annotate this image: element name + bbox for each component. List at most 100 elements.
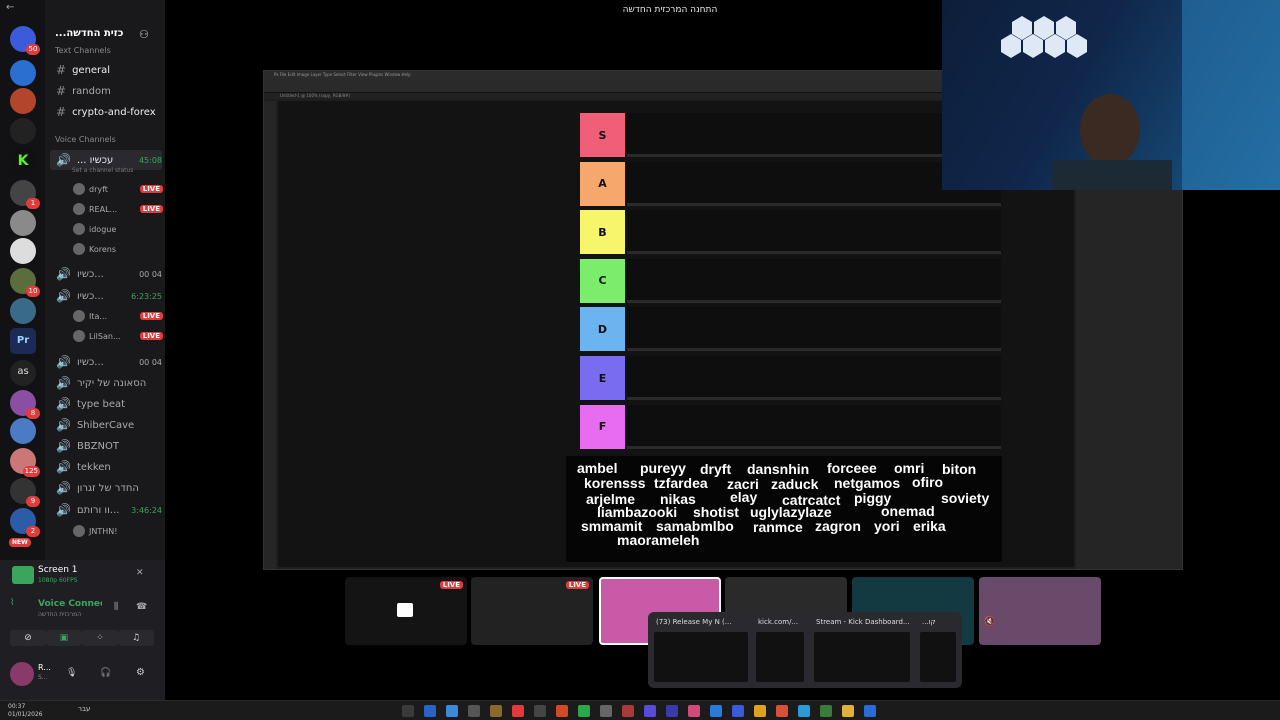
- taskbar-app-icon[interactable]: [842, 705, 854, 717]
- taskbar-app-icon[interactable]: [534, 705, 546, 717]
- server-icon[interactable]: 1: [10, 180, 40, 209]
- voice-channel[interactable]: 🔊 tekken: [50, 457, 162, 477]
- name-token[interactable]: netgamos: [834, 475, 900, 491]
- server-icon[interactable]: [10, 298, 36, 324]
- taskbar-app-icon[interactable]: [446, 705, 458, 717]
- server-icon[interactable]: 50: [10, 26, 40, 55]
- tier-row[interactable]: [627, 356, 1001, 400]
- channel-status[interactable]: Set a channel status: [72, 167, 133, 174]
- voice-user[interactable]: Korens: [73, 240, 163, 258]
- taskbar-app-icon[interactable]: [732, 705, 744, 717]
- name-token[interactable]: biton: [942, 461, 976, 477]
- premiere-icon[interactable]: Pr: [10, 328, 36, 354]
- task-preview[interactable]: kick.com/...: [754, 616, 806, 686]
- taskbar-app-icon[interactable]: [600, 705, 612, 717]
- task-preview[interactable]: ...קו: [918, 616, 958, 686]
- name-token[interactable]: maorameleh: [617, 532, 699, 548]
- taskbar-app-icon[interactable]: [556, 705, 568, 717]
- name-token[interactable]: pureyy: [640, 460, 686, 476]
- soundboard-button[interactable]: ♫: [118, 630, 154, 646]
- voice-connected-label[interactable]: Voice Connected: [38, 599, 102, 609]
- clock[interactable]: 00:37 01/01/2026: [8, 703, 43, 719]
- text-category[interactable]: Text Channels: [55, 46, 111, 55]
- microphone-icon[interactable]: 🎙: [66, 668, 77, 678]
- share-screen-button[interactable]: ▣: [46, 630, 82, 646]
- disconnect-icon[interactable]: ☎: [136, 602, 147, 612]
- taskbar-app-icon[interactable]: [864, 705, 876, 717]
- voice-channel[interactable]: 🔊 וו ורותם... 3:46:24: [50, 500, 162, 520]
- tier-row[interactable]: [627, 258, 1001, 303]
- voice-channel[interactable]: 🔊 הסאונה של יקיר: [50, 373, 162, 393]
- add-user-icon[interactable]: ⚇: [139, 28, 149, 41]
- stop-share-icon[interactable]: ✕: [136, 568, 144, 578]
- server-icon[interactable]: [10, 88, 36, 114]
- task-preview[interactable]: Stream - Kick Dashboard...: [812, 616, 912, 686]
- taskbar-app-icon[interactable]: [754, 705, 766, 717]
- voice-user[interactable]: LilSan... LIVE: [73, 327, 163, 345]
- voice-channel[interactable]: 🔊 החדר של זגרון: [50, 478, 162, 498]
- voice-user[interactable]: dryft LIVE: [73, 180, 163, 198]
- settings-gear-icon[interactable]: ⚙: [136, 667, 145, 678]
- name-token[interactable]: ambel: [577, 460, 617, 476]
- server-icon[interactable]: 9: [10, 478, 40, 507]
- name-token[interactable]: forceee: [827, 460, 877, 476]
- taskbar-app-icon[interactable]: [424, 705, 436, 717]
- tier-row[interactable]: [627, 307, 1001, 352]
- voice-category[interactable]: Voice Channels: [55, 135, 116, 144]
- server-icon[interactable]: 8: [10, 390, 40, 419]
- voice-channel[interactable]: 🔊 BBZNOT: [50, 436, 162, 456]
- voice-user[interactable]: idogue: [73, 220, 163, 238]
- headphones-icon[interactable]: 🎧: [100, 668, 111, 678]
- signal-icon[interactable]: ⌇: [10, 598, 14, 608]
- server-icon[interactable]: [10, 210, 36, 236]
- tier-label-a[interactable]: A: [580, 161, 625, 206]
- name-token[interactable]: erika: [913, 518, 946, 534]
- noise-icon[interactable]: ⫼: [114, 602, 118, 612]
- tier-row[interactable]: [627, 404, 1001, 449]
- channel-random[interactable]: # random: [50, 81, 162, 101]
- tier-label-b[interactable]: B: [580, 210, 625, 255]
- taskbar-app-icon[interactable]: [622, 705, 634, 717]
- ps-toolbar[interactable]: [264, 101, 276, 569]
- voice-user[interactable]: JNTHN!: [73, 522, 163, 540]
- voice-channel[interactable]: 🔊 כשיו... 00 04: [50, 352, 162, 372]
- user-avatar[interactable]: [10, 662, 34, 686]
- taskbar-app-icon[interactable]: [512, 705, 524, 717]
- taskbar-app-icon[interactable]: [644, 705, 656, 717]
- server-icon[interactable]: as: [10, 360, 36, 386]
- stream-thumb[interactable]: LIVE: [471, 577, 593, 645]
- taskbar-app-icon[interactable]: [688, 705, 700, 717]
- server-icon[interactable]: 125: [10, 448, 40, 477]
- voice-channel[interactable]: 🔊 כשיו... 6:23:25: [50, 286, 162, 306]
- name-token[interactable]: onemad: [881, 503, 935, 519]
- name-token[interactable]: elay: [730, 489, 757, 505]
- voice-user[interactable]: Ita... LIVE: [73, 307, 163, 325]
- voice-channel[interactable]: 🔊 type beat: [50, 394, 162, 414]
- voice-user[interactable]: REAL... LIVE: [73, 200, 163, 218]
- name-token[interactable]: dansnhin: [747, 461, 809, 477]
- taskbar-app-icon[interactable]: [710, 705, 722, 717]
- server-name[interactable]: ...כזית החדשה: [55, 28, 123, 39]
- voice-channel[interactable]: 🔊 ShiberCave: [50, 415, 162, 435]
- name-token[interactable]: ranmce: [753, 519, 803, 535]
- name-token[interactable]: tzfardea: [654, 475, 708, 491]
- taskbar-app-icon[interactable]: [402, 705, 414, 717]
- kick-icon[interactable]: K: [10, 148, 36, 174]
- server-icon[interactable]: [10, 238, 36, 264]
- tier-label-f[interactable]: F: [580, 404, 625, 449]
- name-token[interactable]: yori: [874, 518, 900, 534]
- channel-general[interactable]: # general: [50, 60, 162, 80]
- channel-crypto[interactable]: # crypto-and-forex: [50, 102, 162, 122]
- server-icon[interactable]: 10: [10, 268, 40, 297]
- taskbar-app-icon[interactable]: [798, 705, 810, 717]
- tier-label-c[interactable]: C: [580, 258, 625, 303]
- taskbar-app-icon[interactable]: [578, 705, 590, 717]
- tier-label-e[interactable]: E: [580, 356, 625, 400]
- tier-label-d[interactable]: D: [580, 307, 625, 352]
- taskbar-app-icon[interactable]: [490, 705, 502, 717]
- name-token[interactable]: korensss: [584, 475, 645, 491]
- name-token[interactable]: zaduck: [771, 476, 818, 492]
- task-preview[interactable]: (73) Release My N (...: [652, 616, 750, 686]
- server-icon[interactable]: [10, 60, 36, 86]
- name-token[interactable]: zagron: [815, 518, 861, 534]
